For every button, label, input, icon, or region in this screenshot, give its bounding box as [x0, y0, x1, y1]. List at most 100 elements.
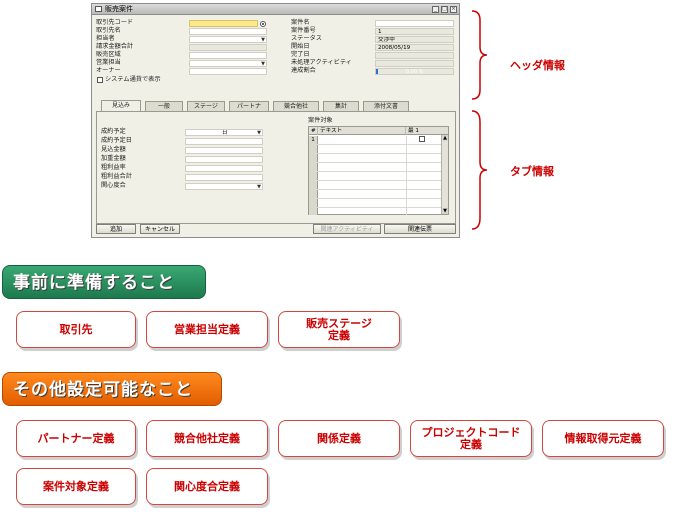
- label-interest-level: 関心度合: [101, 182, 126, 189]
- card-competitor-setup: 競合他社定義: [146, 420, 268, 457]
- invoice-total-value: [189, 44, 267, 51]
- tab-partners[interactable]: パートナ: [229, 101, 269, 111]
- cancel-button[interactable]: キャンセル: [140, 224, 180, 234]
- label-predicted-closing: 成約予定: [101, 128, 126, 135]
- label-territory: 販売区域: [96, 51, 121, 58]
- tab-info-label: タブ情報: [510, 166, 554, 178]
- predicted-closing-date-input[interactable]: [185, 138, 263, 145]
- card-project-code-setup: プロジェクトコード 定義: [410, 420, 532, 457]
- maximize-icon[interactable]: □: [441, 6, 448, 13]
- territory-input[interactable]: [189, 52, 267, 59]
- close-icon[interactable]: ×: [450, 6, 457, 13]
- scroll-up-icon[interactable]: ▲: [442, 135, 448, 141]
- table-row[interactable]: [309, 190, 442, 199]
- grid-header: # テキスト 最 1: [309, 127, 448, 135]
- label-open-activities: 未処理アクティビティ: [291, 59, 352, 66]
- gross-profit-total-input[interactable]: [185, 174, 263, 181]
- label-gross-profit-pct: 粗利益率: [101, 164, 126, 171]
- card-relationship-setup: 関係定義: [278, 420, 400, 457]
- table-row[interactable]: [309, 145, 442, 154]
- sales-employee-select[interactable]: ▼: [189, 60, 267, 67]
- label-closing-percent: 達成割合: [291, 67, 316, 74]
- predicted-closing-select[interactable]: 日 ▼: [185, 129, 263, 136]
- card-business-partner: 取引先: [16, 311, 136, 348]
- row-number: [309, 199, 318, 207]
- table-row[interactable]: [309, 181, 442, 190]
- label-opportunity-name: 案件名: [291, 19, 310, 26]
- window-titlebar[interactable]: 販売案件 _ □ ×: [92, 4, 459, 15]
- row-flag-checkbox[interactable]: [419, 136, 425, 142]
- window-title: 販売案件: [105, 5, 133, 13]
- label-status: ステータス: [291, 35, 322, 42]
- chevron-down-icon: ▼: [257, 130, 261, 136]
- opportunity-no-value: 1: [375, 28, 454, 35]
- row-number: [309, 172, 318, 180]
- potential-amount-input[interactable]: [185, 147, 263, 154]
- tab-brace: [471, 110, 488, 230]
- tab-potential[interactable]: 見込み: [101, 100, 141, 111]
- chevron-down-icon: ▼: [261, 61, 265, 67]
- gross-profit-pct-input[interactable]: [185, 165, 263, 172]
- table-row[interactable]: [309, 199, 442, 208]
- row-number: [309, 145, 318, 153]
- owner-input[interactable]: [189, 68, 267, 75]
- closing-percent-bar: 0.00 %: [375, 68, 454, 75]
- card-interest-level-setup: 関心度合定義: [146, 468, 268, 505]
- row-number: [309, 208, 318, 215]
- interest-level-select[interactable]: ▼: [185, 183, 263, 190]
- card-partner-setup: パートナー定義: [16, 420, 136, 457]
- label-start-date: 開始日: [291, 43, 310, 50]
- header-info-label: ヘッダ情報: [510, 60, 565, 72]
- table-row[interactable]: [309, 163, 442, 172]
- tab-competitors[interactable]: 競合他社: [273, 101, 319, 111]
- related-activity-button[interactable]: 関連アクティビティ: [313, 224, 381, 234]
- choose-from-list-icon[interactable]: [260, 21, 266, 27]
- table-row[interactable]: [309, 154, 442, 163]
- grid-col-text: テキスト: [318, 127, 406, 135]
- row-number: [309, 190, 318, 198]
- tab-stages[interactable]: ステージ: [187, 101, 225, 111]
- interest-grid: # テキスト 最 1 1 ▲ ▼: [308, 126, 449, 215]
- table-row[interactable]: [309, 172, 442, 181]
- system-currency-checkbox[interactable]: [97, 77, 103, 83]
- row-number: [309, 154, 318, 162]
- opportunity-name-input[interactable]: [375, 20, 454, 27]
- system-currency-label: システム通貨で表示: [105, 76, 161, 83]
- chevron-down-icon: ▼: [257, 184, 261, 190]
- header-brace: [471, 10, 488, 100]
- grid-title: 案件対象: [308, 117, 333, 124]
- contact-select[interactable]: ▼: [189, 36, 267, 43]
- tab-summary[interactable]: 集計: [323, 101, 359, 111]
- label-contact: 担当者: [96, 35, 115, 42]
- minimize-icon[interactable]: _: [432, 6, 439, 13]
- label-gross-profit-total: 粗利益合計: [101, 173, 132, 180]
- add-button[interactable]: 追加: [96, 224, 136, 234]
- table-row[interactable]: [309, 208, 442, 215]
- open-activities-value: [375, 60, 454, 67]
- row-number: [309, 163, 318, 171]
- label-bp-code: 取引先コード: [96, 19, 134, 26]
- row-number: [309, 181, 318, 189]
- card-info-source-setup: 情報取得元定義: [542, 420, 664, 457]
- related-docs-button[interactable]: 関連伝票: [384, 224, 456, 234]
- chevron-down-icon: ▼: [261, 37, 265, 43]
- section-optional-heading: その他設定可能なこと: [2, 372, 222, 406]
- weighted-amount-input[interactable]: [185, 156, 263, 163]
- label-owner: オーナー: [96, 67, 121, 74]
- closing-date-value: [375, 52, 454, 59]
- table-row[interactable]: 1: [309, 136, 442, 145]
- bp-code-input[interactable]: [189, 20, 258, 27]
- card-sales-employee-setup: 営業担当定義: [146, 311, 268, 348]
- start-date-value: 2008/05/19: [375, 44, 454, 51]
- tab-general[interactable]: 一般: [145, 101, 183, 111]
- bp-name-input[interactable]: [189, 28, 267, 35]
- label-sales-employee: 営業担当: [96, 59, 121, 66]
- tab-attachments[interactable]: 添付文書: [363, 101, 409, 111]
- window-icon: [95, 6, 102, 12]
- sales-opportunity-window: 販売案件 _ □ × 取引先コード 取引先名 担当者 ▼ 請求金額合計 販売区域…: [91, 3, 460, 238]
- scroll-down-icon[interactable]: ▼: [442, 208, 448, 214]
- label-invoice-total: 請求金額合計: [96, 43, 134, 50]
- grid-col-flag: 最 1: [408, 128, 419, 134]
- predicted-closing-unit: 日: [222, 130, 228, 136]
- grid-scrollbar[interactable]: ▲ ▼: [441, 135, 448, 214]
